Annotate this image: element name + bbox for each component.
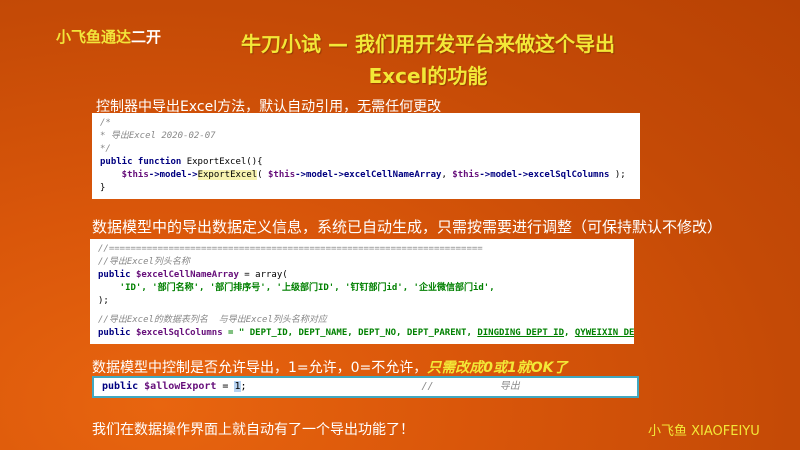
code-line: } [100, 183, 106, 193]
code-string: QYWEIXIN_DEPT_ID [574, 328, 634, 338]
code-var: $excelCellNameArray [135, 270, 239, 280]
code-text: ); [609, 170, 626, 180]
slide-title: 牛刀小试 — 我们用开发平台来做这个导出 Excel的功能 [188, 28, 668, 92]
title-line1: 牛刀小试 — 我们用开发平台来做这个导出 [241, 32, 615, 56]
caption-allow-export-text: 数据模型中控制是否允许导出，1=允许，0=不允许， [92, 360, 428, 376]
brand-part2: 二开 [131, 28, 162, 46]
code-text: ->model-> [295, 170, 344, 180]
caption-allow-export: 数据模型中控制是否允许导出，1=允许，0=不允许，只需改成0或1就OK了 [92, 357, 568, 377]
code-line: */ [100, 144, 111, 154]
code-text: excelCellNameArray [343, 170, 442, 180]
code-line: 'ID', '部门名称', '部门排序号', '上级部门ID', '钉钉部门id… [98, 283, 495, 293]
code-line: //导出Excel列头名称 [98, 257, 190, 267]
code-keyword: public [98, 328, 136, 338]
code-text: excelSqlColumns [528, 170, 610, 180]
code-line: ); [98, 296, 109, 306]
code-text: ->model-> [479, 170, 529, 180]
caption-model-definition: 数据模型中的导出数据定义信息，系统已自动生成，只需按需要进行调整（可保持默认不修… [92, 218, 723, 236]
code-var: $this [100, 170, 149, 180]
code-text: = array( [238, 270, 288, 280]
code-line: public $excelCellNameArray = array( [98, 269, 626, 282]
code-line: public $excelSqlColumns = " DEPT_ID, DEP… [98, 327, 634, 340]
code-method-highlight: ExportExcel [197, 170, 258, 180]
code-var: $this [452, 170, 480, 180]
allow-export-code-block: public $allowExport = 1;// 导出 [92, 376, 639, 398]
code-line: /* [100, 118, 111, 128]
code-line: //======================================… [98, 244, 483, 254]
brand-label: 小飞鱼通达二开 [56, 26, 161, 47]
code-string: = " DEPT_ID, DEPT_NAME, DEPT_NO, DEPT_PA… [222, 328, 478, 338]
code-var: $this [268, 170, 296, 180]
code-line: //导出Excel的数据表列名 与导出Excel列头名称对应 [98, 315, 327, 325]
code-text: ExportExcel(){ [181, 157, 263, 167]
code-var: $allowExport [144, 381, 217, 392]
code-text: = [216, 381, 235, 392]
caption-allow-export-highlight: 只需改成0或1就OK了 [427, 360, 568, 376]
code-text: ; [240, 381, 247, 392]
code-line: * 导出Excel 2020-02-07 [100, 131, 216, 141]
code-string: DINGDING_DEPT_ID [477, 328, 565, 338]
code-keyword: public [98, 270, 136, 280]
code-text: , [441, 170, 453, 180]
code-line: public function ExportExcel(){ [100, 156, 632, 169]
code-var: $excelSqlColumns [135, 328, 223, 338]
controller-code-block: /* * 导出Excel 2020-02-07 */ public function … [92, 113, 640, 199]
code-keyword: public [102, 381, 145, 392]
caption-result: 我们在数据操作界面上就自动有了一个导出功能了！ [92, 422, 414, 438]
brand-part1: 小飞鱼通达 [56, 28, 132, 46]
code-comment: // 导出 [421, 381, 520, 392]
code-line: $this->model->ExportExcel( $this->model-… [100, 169, 632, 182]
title-line2: Excel的功能 [368, 64, 488, 88]
code-string: , [564, 328, 575, 338]
code-text: ( [257, 170, 269, 180]
author-label: 小飞鱼 XIAOFEIYU [648, 424, 760, 439]
code-keyword: public function [100, 157, 182, 167]
model-code-block: //======================================… [90, 239, 634, 344]
code-text: ->model-> [148, 170, 198, 180]
